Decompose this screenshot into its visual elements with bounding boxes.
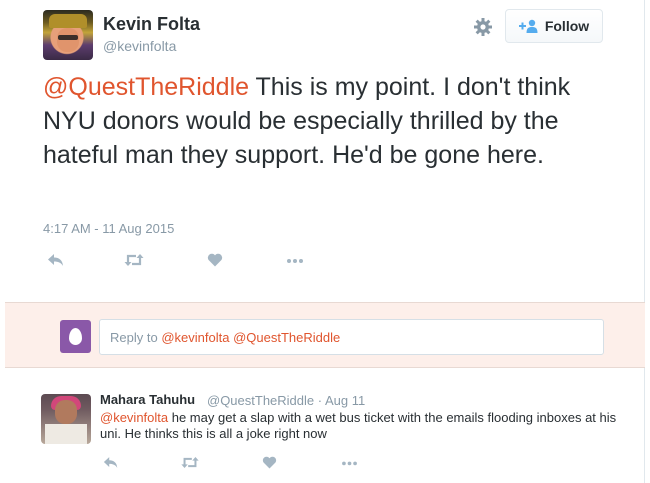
avatar-face — [57, 28, 79, 52]
reply-author-name[interactable]: Mahara Tahuhu — [100, 392, 195, 407]
reply-input[interactable]: Reply to @kevinfolta @QuestTheRiddle — [99, 319, 604, 355]
reply-composer: Reply to @kevinfolta @QuestTheRiddle — [5, 302, 645, 368]
tweet-timestamp[interactable]: 4:17 AM - 11 Aug 2015 — [43, 221, 174, 236]
more-icon[interactable] — [341, 456, 358, 474]
reply-mention-1: @kevinfolta — [161, 330, 230, 345]
user-avatar — [60, 320, 91, 353]
reply-icon[interactable] — [47, 253, 65, 271]
reply-prefix: Reply to — [110, 330, 162, 345]
tweet-mention-link[interactable]: @QuestTheRiddle — [43, 73, 249, 101]
reply-tweet-text: @kevinfolta he may get a slap with a wet… — [100, 410, 620, 442]
follow-label: Follow — [544, 18, 590, 34]
retweet-icon[interactable] — [123, 253, 145, 271]
egg-icon — [69, 328, 82, 345]
like-icon[interactable] — [207, 253, 223, 271]
author-handle[interactable]: @kevinfolta — [103, 38, 176, 54]
reply-tweet-body: he may get a slap with a wet bus ticket … — [100, 410, 617, 441]
more-icon[interactable] — [286, 253, 304, 271]
follow-button[interactable]: Follow — [505, 9, 603, 43]
reply-icon[interactable] — [103, 456, 119, 474]
avatar-face — [55, 400, 77, 424]
reply-meta[interactable]: @QuestTheRiddle · Aug 11 — [207, 393, 365, 408]
tweet-text: @QuestTheRiddle This is my point. I don'… — [43, 70, 613, 172]
avatar-sign — [45, 424, 87, 444]
author-name[interactable]: Kevin Folta — [103, 14, 200, 35]
reply-mention-2: @QuestTheRiddle — [233, 330, 341, 345]
reply-author-avatar[interactable] — [41, 394, 91, 444]
gear-icon[interactable] — [473, 17, 493, 37]
retweet-icon[interactable] — [180, 456, 200, 474]
author-avatar[interactable] — [43, 10, 93, 60]
like-icon[interactable] — [262, 456, 277, 474]
reply-tweet-mention-link[interactable]: @kevinfolta — [100, 410, 168, 425]
avatar-hat — [49, 14, 87, 28]
add-user-icon — [518, 19, 539, 33]
avatar-glasses — [58, 35, 78, 40]
tweet-card: Kevin Folta @kevinfolta Follow @QuestThe… — [0, 0, 645, 483]
